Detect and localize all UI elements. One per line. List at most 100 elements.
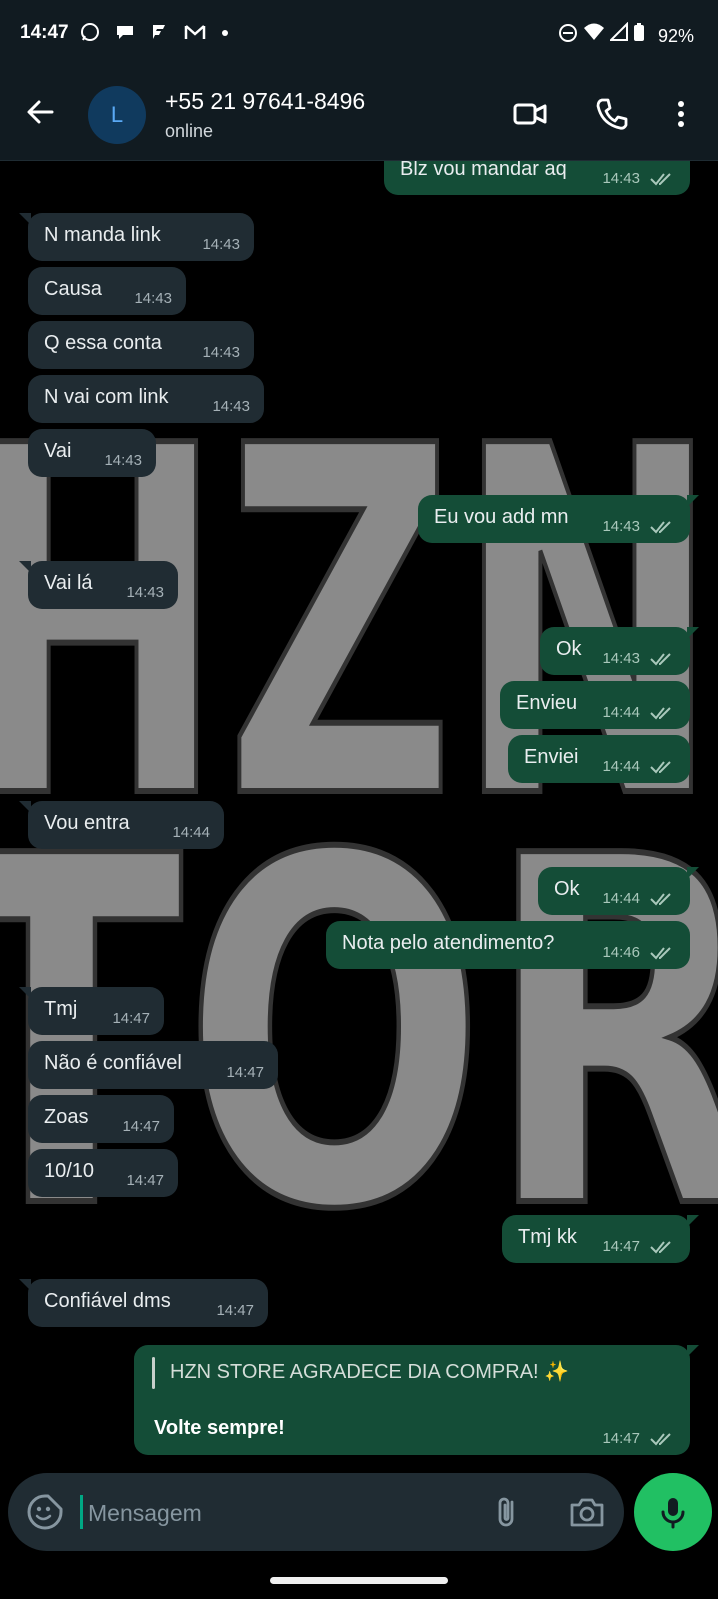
message-text: Blz vou mandar aq [400, 161, 567, 180]
thank-you-message[interactable]: HZN STORE AGRADECE DIA COMPRA! ✨ Volte s… [134, 1345, 699, 1455]
message-text: 10/10 [44, 1160, 95, 1182]
status-right: 92% [558, 21, 694, 47]
video-call-icon[interactable] [512, 96, 548, 132]
quote-bar [152, 1357, 155, 1389]
message-time: 14:43 [602, 518, 640, 535]
dnd-icon [558, 24, 577, 42]
wifi-icon [583, 23, 604, 40]
read-ticks-icon [650, 173, 671, 186]
message-text: Tmj kk [518, 1226, 577, 1248]
battery-icon [633, 23, 644, 41]
notification-icons [80, 22, 229, 47]
message-time: 14:44 [602, 890, 640, 907]
message-text: Ok [554, 878, 580, 900]
message-time: 14:47 [602, 1430, 640, 1447]
message-text: Vou entra [44, 812, 130, 834]
chat-area[interactable]: HZN TOR Blz vou mandar aq 14:43 N manda … [0, 161, 718, 1457]
message-text: Enviei [524, 746, 579, 768]
message-bubble[interactable]: Não é confiável 14:47 [28, 1041, 278, 1089]
message-bubble[interactable]: Vai lá 14:43 [19, 561, 178, 609]
message-bubble[interactable]: Zoas 14:47 [28, 1095, 174, 1143]
message-bubble[interactable]: Ok 14:44 [538, 867, 699, 915]
message-time: 14:43 [602, 650, 640, 667]
message-bubble[interactable]: N manda link 14:43 [19, 213, 254, 261]
more-options-icon[interactable] [663, 96, 699, 132]
microphone-icon [661, 1498, 685, 1529]
message-text: Ok [556, 638, 582, 660]
thank-you-quote: HZN STORE AGRADECE DIA COMPRA! ✨ [170, 1361, 570, 1383]
message-time: 14:47 [216, 1302, 254, 1319]
read-ticks-icon [650, 521, 671, 534]
chat-icon [116, 26, 133, 39]
message-input[interactable] [86, 1493, 470, 1533]
signal-icon [608, 21, 628, 41]
message-time: 14:47 [122, 1118, 160, 1135]
message-bubble[interactable]: Enviei 14:44 [508, 735, 690, 783]
message-bubble[interactable]: Tmj 14:47 [19, 987, 164, 1035]
chat-header: L +55 21 97641-8496 online [0, 68, 718, 161]
message-text: Confiável dms [44, 1290, 171, 1312]
message-bubble[interactable]: Q essa conta 14:43 [28, 321, 254, 369]
message-time: 14:43 [202, 344, 240, 361]
camera-icon[interactable] [568, 1493, 606, 1531]
read-ticks-icon [650, 893, 671, 906]
message-text: Vai [44, 440, 72, 462]
battery-level: 92% [657, 26, 694, 46]
message-text: Eu vou add mn [434, 506, 569, 528]
message-bubble[interactable]: Blz vou mandar aq 14:43 [384, 161, 690, 195]
read-ticks-icon [650, 707, 671, 720]
message-text: Nota pelo atendimento? [342, 932, 555, 954]
text-cursor [80, 1495, 83, 1529]
message-bubble[interactable]: Confiável dms 14:47 [19, 1279, 268, 1327]
voice-call-icon[interactable] [594, 96, 630, 132]
message-time: 14:43 [134, 290, 172, 307]
message-text: N manda link [44, 224, 161, 246]
message-time: 14:44 [602, 758, 640, 775]
contact-avatar[interactable]: L [88, 86, 146, 144]
sticker-emoji-icon[interactable] [26, 1493, 64, 1531]
message-text: Não é confiável [44, 1052, 182, 1074]
message-time: 14:43 [212, 398, 250, 415]
message-bubble[interactable]: Ok 14:43 [540, 627, 699, 675]
message-bubble[interactable]: Envieu 14:44 [500, 681, 690, 729]
thank-you-text: Volte sempre! [154, 1417, 285, 1439]
message-time: 14:47 [226, 1064, 264, 1081]
read-ticks-icon [650, 1241, 671, 1254]
message-bubble[interactable]: Eu vou add mn 14:43 [418, 495, 699, 543]
message-text: Q essa conta [44, 332, 162, 354]
message-text: Tmj [44, 998, 78, 1020]
contact-name[interactable]: +55 21 97641-8496 [165, 88, 365, 115]
message-time: 14:46 [602, 944, 640, 961]
voice-message-button[interactable] [634, 1473, 712, 1551]
message-time: 14:44 [602, 704, 640, 721]
message-time: 14:43 [104, 452, 142, 469]
message-bubble[interactable]: Vai 14:43 [28, 429, 156, 477]
message-bubble[interactable]: N vai com link 14:43 [28, 375, 264, 423]
message-text: Envieu [516, 692, 578, 714]
message-composer [8, 1473, 624, 1551]
message-time: 14:43 [602, 170, 640, 187]
message-bubble[interactable]: Causa 14:43 [28, 267, 186, 315]
message-time: 14:47 [126, 1172, 164, 1189]
dot-icon [221, 30, 228, 36]
home-indicator[interactable] [270, 1577, 448, 1584]
read-ticks-icon [650, 653, 671, 666]
message-time: 14:43 [126, 584, 164, 601]
message-text: N vai com link [44, 386, 169, 408]
message-bubble[interactable]: Tmj kk 14:47 [502, 1215, 699, 1263]
message-time: 14:43 [202, 236, 240, 253]
message-bubble[interactable]: Nota pelo atendimento? 14:46 [326, 921, 690, 969]
message-time: 14:47 [112, 1010, 150, 1027]
whatsapp-icon [81, 23, 99, 41]
contact-status: online [165, 121, 214, 141]
message-time: 14:44 [172, 824, 210, 841]
gmail-icon [184, 25, 206, 39]
message-bubble[interactable]: 10/10 14:47 [28, 1149, 178, 1197]
message-text: Vai lá [44, 572, 93, 594]
read-ticks-icon [650, 761, 671, 774]
attach-paperclip-icon[interactable] [488, 1493, 526, 1531]
message-bubble[interactable]: Vou entra 14:44 [19, 801, 224, 849]
f-icon [153, 25, 166, 39]
back-arrow-icon[interactable] [22, 94, 58, 130]
message-text: Zoas [44, 1106, 89, 1128]
